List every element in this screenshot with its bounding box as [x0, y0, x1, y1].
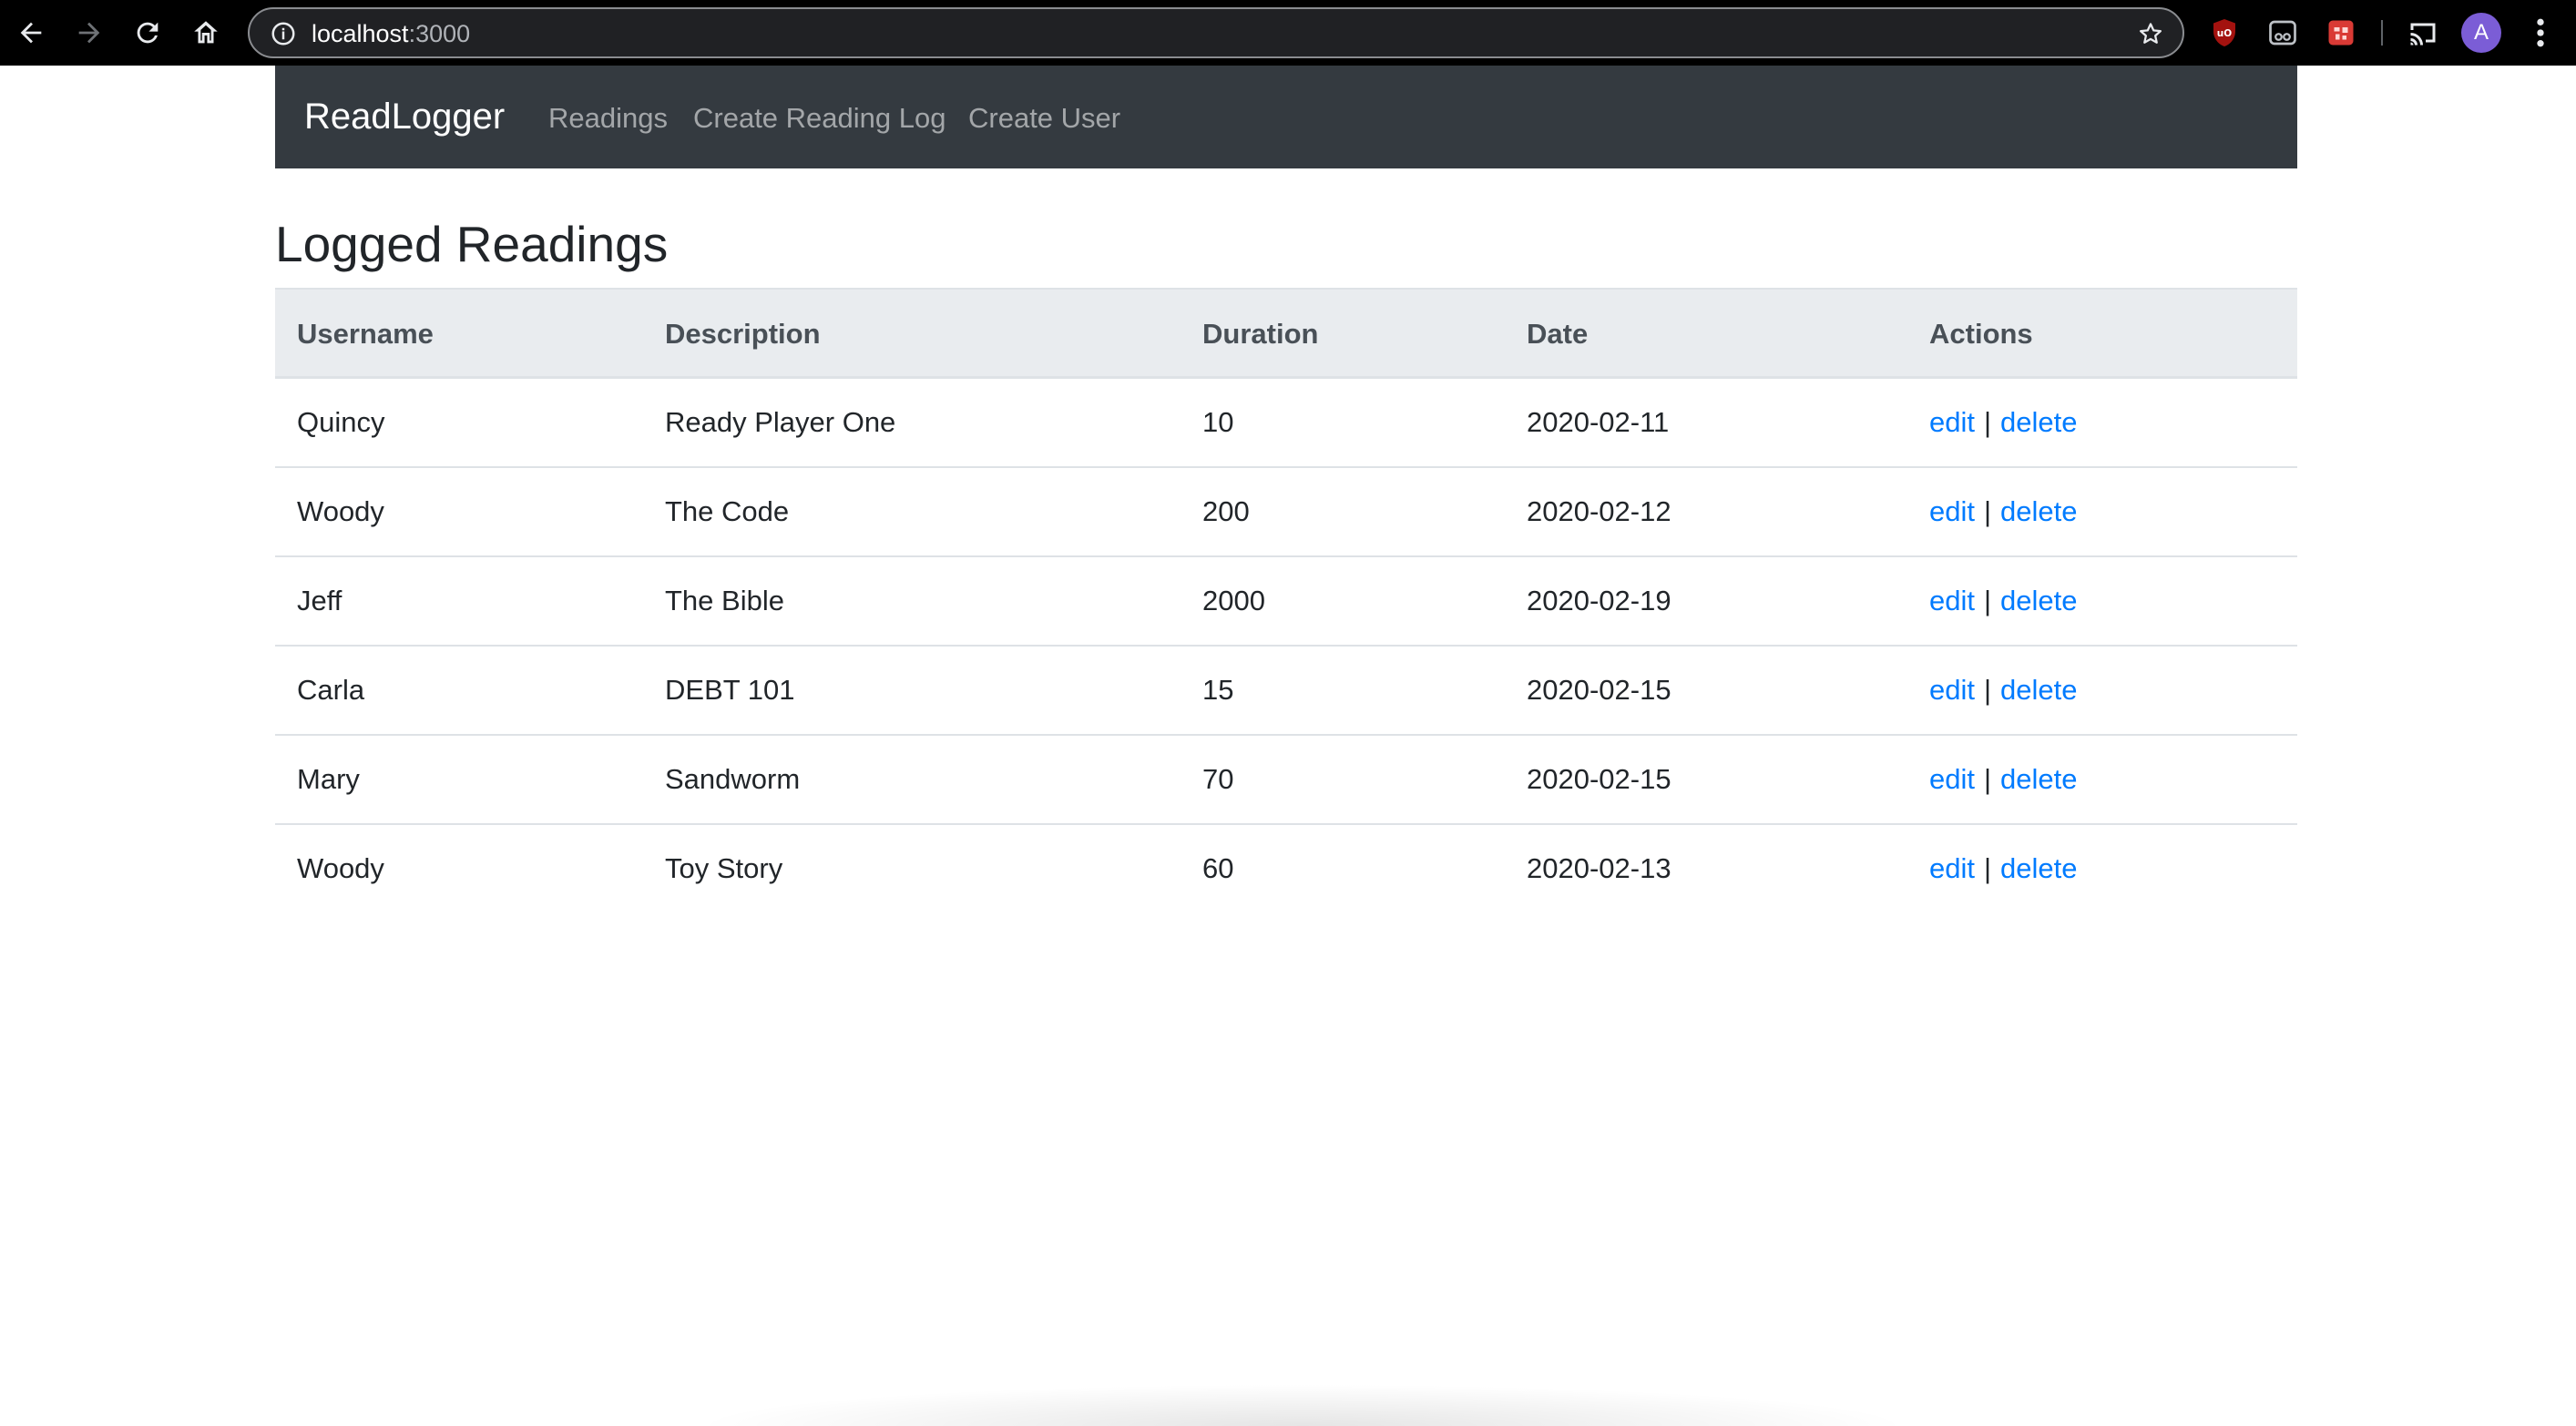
action-separator: |: [1983, 406, 1992, 438]
cell-duration: 200: [1202, 495, 1250, 527]
header-actions: Actions: [1929, 318, 2033, 350]
url-port: :3000: [408, 20, 471, 47]
url-host: localhost: [312, 20, 409, 47]
cast-icon[interactable]: [2405, 15, 2441, 51]
cell-duration: 2000: [1202, 585, 1265, 616]
profile-avatar[interactable]: A: [2461, 13, 2501, 53]
action-separator: |: [1983, 852, 1992, 884]
reload-icon[interactable]: [129, 15, 166, 51]
edit-link[interactable]: edit: [1929, 763, 1975, 795]
home-icon[interactable]: [188, 15, 224, 51]
cell-duration: 15: [1202, 674, 1234, 706]
page-title: Logged Readings: [275, 216, 669, 272]
table-row: Woody Toy Story 60 2020-02-13 edit | delet…: [275, 825, 2297, 914]
action-separator: |: [1983, 585, 1992, 616]
header-username: Username: [297, 318, 434, 350]
cell-description: The Code: [665, 495, 790, 527]
readings-table: Username Description Duration Date Actio…: [275, 288, 2297, 914]
edit-link[interactable]: edit: [1929, 585, 1975, 616]
table-row: Jeff The Bible 2000 2020-02-19 edit | dele…: [275, 557, 2297, 647]
edit-link[interactable]: edit: [1929, 852, 1975, 884]
cell-actions: edit | delete: [1929, 495, 2078, 528]
delete-link[interactable]: delete: [2000, 495, 2077, 527]
ublock-icon[interactable]: uO: [2206, 15, 2243, 51]
nav-link-create-user[interactable]: Create User: [968, 102, 1120, 135]
delete-link[interactable]: delete: [2000, 585, 2077, 616]
cell-duration: 60: [1202, 852, 1234, 884]
cell-actions: edit | delete: [1929, 674, 2078, 707]
table-row: Quincy Ready Player One 10 2020-02-11 ed…: [275, 379, 2297, 468]
action-separator: |: [1983, 495, 1992, 527]
nav-link-readings[interactable]: Readings: [548, 102, 668, 135]
cell-date: 2020-02-19: [1527, 585, 1671, 616]
table-row: Carla DEBT 101 15 2020-02-15 edit | delete: [275, 647, 2297, 736]
cell-description: Sandworm: [665, 763, 801, 795]
app-navbar: ReadLogger Readings Create Reading Log C…: [275, 66, 2297, 168]
toolbar-divider: [2381, 20, 2383, 46]
info-icon[interactable]: [270, 20, 297, 47]
table-row: Mary Sandworm 70 2020-02-15 edit | delete: [275, 736, 2297, 825]
cell-username: Woody: [297, 495, 384, 527]
table-header: Username Description Duration Date Actio…: [275, 288, 2297, 379]
url-text[interactable]: localhost:3000: [312, 20, 470, 47]
cell-username: Jeff: [297, 585, 342, 616]
cell-date: 2020-02-15: [1527, 674, 1671, 706]
cell-username: Quincy: [297, 406, 385, 438]
cell-date: 2020-02-12: [1527, 495, 1671, 527]
bottom-shadow: [692, 1384, 1913, 1426]
table-row: Woody The Code 200 2020-02-12 edit | delet…: [275, 468, 2297, 557]
cell-duration: 70: [1202, 763, 1234, 795]
extension-red-icon[interactable]: [2323, 15, 2359, 51]
cell-description: DEBT 101: [665, 674, 795, 706]
action-separator: |: [1983, 674, 1992, 706]
back-icon[interactable]: [13, 15, 49, 51]
delete-link[interactable]: delete: [2000, 763, 2077, 795]
cell-username: Carla: [297, 674, 365, 706]
edit-link[interactable]: edit: [1929, 674, 1975, 706]
cell-actions: edit | delete: [1929, 406, 2078, 439]
browser-toolbar: localhost:3000 uO A: [0, 0, 2576, 66]
delete-link[interactable]: delete: [2000, 406, 2077, 438]
cell-actions: edit | delete: [1929, 585, 2078, 617]
navbar-brand[interactable]: ReadLogger: [304, 95, 505, 138]
svg-text:uO: uO: [2217, 28, 2232, 39]
cell-username: Woody: [297, 852, 384, 884]
action-separator: |: [1983, 763, 1992, 795]
edit-link[interactable]: edit: [1929, 406, 1975, 438]
header-duration: Duration: [1202, 318, 1319, 350]
header-description: Description: [665, 318, 821, 350]
cell-description: Toy Story: [665, 852, 783, 884]
delete-link[interactable]: delete: [2000, 852, 2077, 884]
cell-actions: edit | delete: [1929, 763, 2078, 796]
cell-description: Ready Player One: [665, 406, 896, 438]
header-date: Date: [1527, 318, 1589, 350]
edit-link[interactable]: edit: [1929, 495, 1975, 527]
delete-link[interactable]: delete: [2000, 674, 2077, 706]
cell-date: 2020-02-11: [1527, 406, 1670, 438]
address-bar[interactable]: localhost:3000: [248, 7, 2184, 58]
nav-link-create-reading-log[interactable]: Create Reading Log: [693, 102, 946, 135]
cell-description: The Bible: [665, 585, 784, 616]
cell-date: 2020-02-13: [1527, 852, 1671, 884]
kebab-menu-icon[interactable]: [2527, 15, 2554, 51]
star-icon[interactable]: [2137, 20, 2164, 47]
extension-icon[interactable]: [2264, 15, 2301, 51]
cell-username: Mary: [297, 763, 360, 795]
cell-actions: edit | delete: [1929, 852, 2078, 885]
forward-icon[interactable]: [71, 15, 107, 51]
cell-date: 2020-02-15: [1527, 763, 1671, 795]
cell-duration: 10: [1202, 406, 1234, 438]
